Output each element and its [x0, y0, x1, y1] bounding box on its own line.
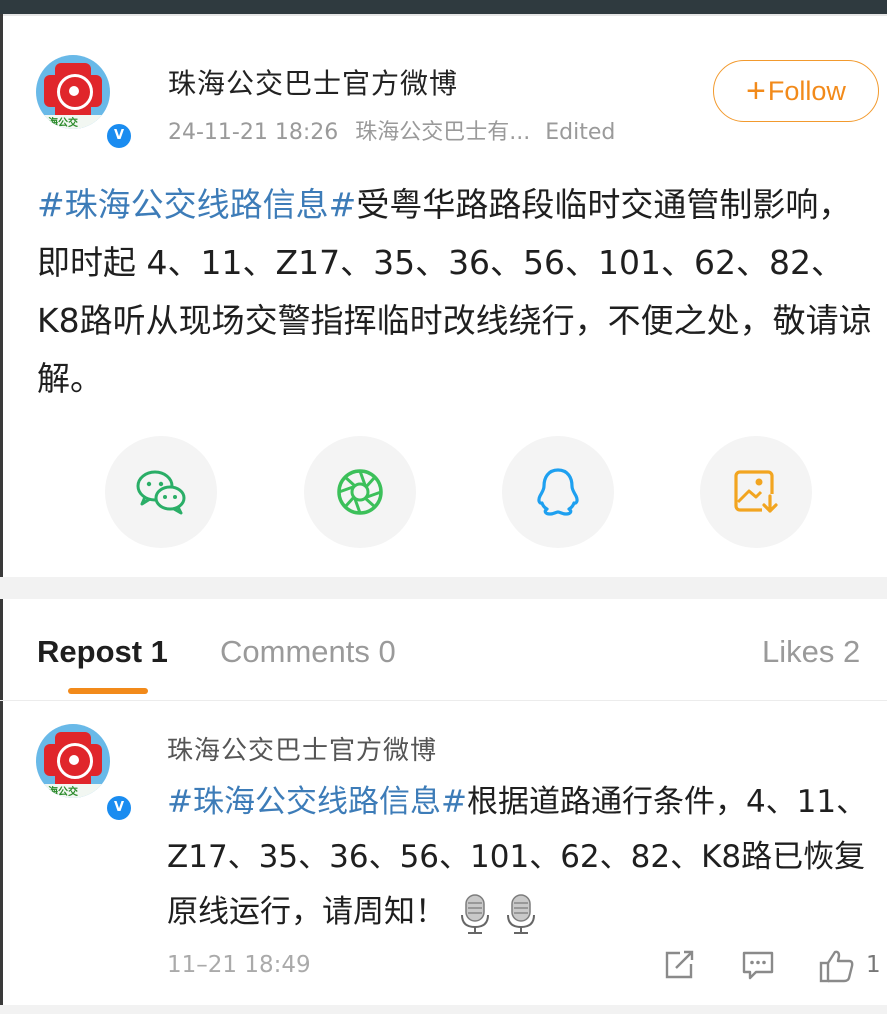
logo-text: 海公交 — [48, 118, 78, 129]
save-image-button[interactable] — [700, 436, 812, 548]
follow-button[interactable]: + Follow — [713, 60, 879, 122]
hashtag-link[interactable]: #珠海公交线路信息# — [37, 185, 356, 224]
repost-author-avatar[interactable]: 海公交 — [36, 724, 110, 798]
post-source[interactable]: 珠海公交巴士有... — [355, 120, 530, 145]
wechat-icon — [136, 470, 186, 515]
microphone-emoji-icon — [461, 893, 489, 934]
top-bar — [0, 0, 887, 14]
bottom-divider — [0, 1005, 887, 1014]
repost-time: 11–21 18:49 — [167, 952, 311, 978]
tab-likes[interactable]: Likes 2 — [762, 634, 860, 670]
verified-badge-icon: V — [105, 122, 133, 150]
tab-comments[interactable]: Comments 0 — [220, 634, 396, 670]
verified-badge-icon: V — [105, 794, 133, 822]
hashtag-link[interactable]: #珠海公交线路信息# — [167, 784, 467, 820]
qq-icon — [537, 468, 579, 516]
repost-author-name[interactable]: 珠海公交巴士官方微博 — [167, 730, 437, 767]
post-meta: 24-11-21 18:26 珠海公交巴士有... Edited — [168, 114, 615, 146]
post-time: 24-11-21 18:26 — [168, 120, 339, 145]
edited-label: Edited — [545, 120, 616, 145]
repost-icon[interactable] — [662, 948, 696, 982]
microphone-emoji-icon — [507, 893, 535, 934]
share-moments-button[interactable] — [304, 436, 416, 548]
repost-body: #珠海公交线路信息#根据道路通行条件，4、11、Z17、35、36、56、101… — [167, 775, 877, 940]
post-body: #珠海公交线路信息#受粤华路路段临时交通管制影响，即时起 4、11、Z17、35… — [37, 176, 877, 408]
like-icon[interactable] — [818, 948, 856, 984]
save-image-icon — [734, 470, 778, 514]
logo-text: 海公交 — [48, 787, 78, 798]
tab-repost[interactable]: Repost 1 — [37, 634, 168, 670]
author-avatar[interactable]: 海公交 — [36, 55, 110, 129]
logo-hub — [69, 755, 79, 765]
card-edge — [0, 14, 887, 16]
plus-icon: + — [746, 72, 766, 110]
logo-hub — [69, 86, 79, 96]
like-count: 1 — [866, 952, 881, 978]
section-divider — [0, 577, 887, 599]
share-qq-button[interactable] — [502, 436, 614, 548]
share-wechat-button[interactable] — [105, 436, 217, 548]
comment-icon[interactable] — [740, 948, 776, 982]
moments-icon — [337, 469, 383, 515]
window-edge — [0, 14, 3, 1014]
active-tab-indicator — [68, 688, 148, 694]
follow-label: Follow — [767, 75, 846, 106]
author-name[interactable]: 珠海公交巴士官方微博 — [168, 62, 458, 102]
tab-separator — [0, 700, 887, 701]
